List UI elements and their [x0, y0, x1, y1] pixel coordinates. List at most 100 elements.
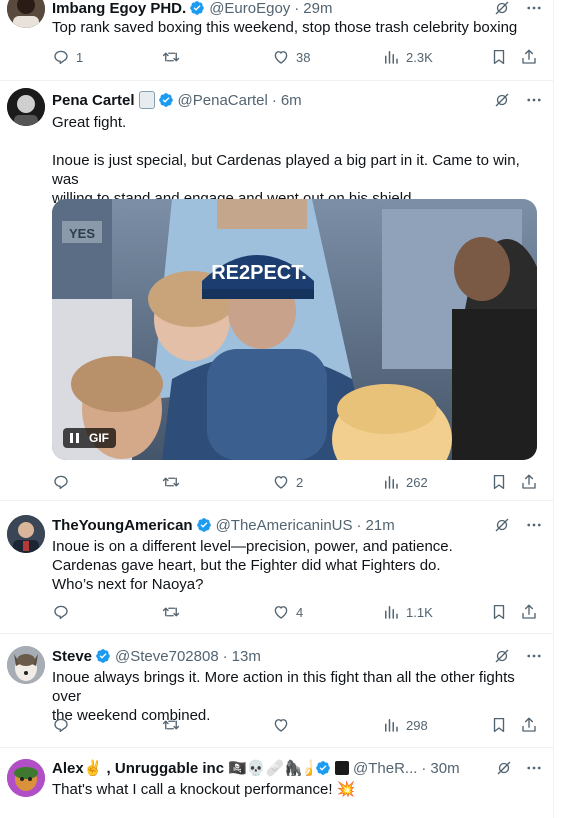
tweet-actions: 4 1.1K: [52, 603, 537, 623]
more-icon[interactable]: [525, 0, 543, 17]
more-icon[interactable]: [525, 759, 543, 777]
text-line: Cardenas gave heart, but the Fighter did…: [52, 557, 441, 574]
views-button[interactable]: 298: [382, 716, 428, 734]
views-icon: [382, 716, 400, 734]
pause-icon[interactable]: [70, 433, 79, 443]
views-count: 298: [406, 717, 428, 733]
bookmark-button[interactable]: [490, 716, 508, 734]
reply-button[interactable]: [52, 473, 76, 491]
affiliate-badge-icon: [335, 761, 349, 775]
more-icon[interactable]: [525, 91, 543, 109]
views-count: 262: [406, 474, 428, 490]
reply-button[interactable]: [52, 603, 76, 621]
author-name[interactable]: Steve: [52, 648, 92, 665]
reply-icon: [52, 716, 70, 734]
tweet[interactable]: TheYoungAmerican @TheAmericaninUS · 21m …: [0, 500, 553, 634]
verified-badge-icon: [315, 760, 331, 776]
avatar[interactable]: [7, 0, 45, 28]
gif-media[interactable]: YES RE2PECT. GIF: [52, 199, 537, 460]
like-count: 2: [296, 474, 304, 490]
timestamp[interactable]: 6m: [281, 92, 302, 109]
tweet[interactable]: Pena Cartel @PenaCartel · 6m Great fight…: [0, 80, 553, 501]
separator-dot: ·: [294, 0, 300, 17]
bookmark-button[interactable]: [490, 473, 508, 491]
gif-badge[interactable]: GIF: [63, 428, 116, 448]
timestamp[interactable]: 21m: [366, 517, 395, 534]
author-handle[interactable]: @Steve702808: [115, 648, 219, 665]
share-icon: [520, 48, 538, 66]
avatar[interactable]: [7, 88, 45, 126]
reply-count: 1: [76, 49, 84, 65]
tweet-header: Steve @Steve702808 · 13m: [52, 645, 543, 667]
retweet-button[interactable]: [162, 716, 186, 734]
views-button[interactable]: 1.1K: [382, 603, 433, 621]
tweet-actions: 1 38 2.3K: [52, 48, 537, 68]
timestamp[interactable]: 30m: [430, 760, 459, 777]
like-count: 4: [296, 604, 304, 620]
retweet-button[interactable]: [162, 48, 186, 66]
like-icon: [272, 48, 290, 66]
share-button[interactable]: [520, 603, 538, 621]
sign-text: YES: [69, 226, 95, 241]
author-name[interactable]: Alex✌️ , Unruggable inc 🏴‍☠️💀🩹🦍🍌🦣...: [52, 759, 312, 777]
share-button[interactable]: [520, 716, 538, 734]
verified-badge-icon: [158, 92, 174, 108]
like-icon: [272, 473, 290, 491]
avatar[interactable]: [7, 646, 45, 684]
retweet-button[interactable]: [162, 473, 186, 491]
author-handle[interactable]: @TheAmericaninUS: [216, 517, 353, 534]
tweet[interactable]: Alex✌️ , Unruggable inc 🏴‍☠️💀🩹🦍🍌🦣... @Th…: [0, 747, 553, 818]
timestamp[interactable]: 13m: [232, 648, 261, 665]
author-handle[interactable]: @PenaCartel: [178, 92, 268, 109]
bookmark-button[interactable]: [490, 48, 508, 66]
affiliate-badge-icon: [138, 91, 155, 109]
tweet-header: Pena Cartel @PenaCartel · 6m: [52, 89, 543, 111]
retweet-icon: [162, 603, 180, 621]
share-icon: [520, 473, 538, 491]
author-name[interactable]: Pena Cartel: [52, 92, 135, 109]
more-icon[interactable]: [525, 516, 543, 534]
like-icon: [272, 603, 290, 621]
separator-dot: ·: [222, 647, 228, 665]
separator-dot: ·: [271, 91, 277, 109]
text-line: Great fight.: [52, 114, 127, 131]
timestamp[interactable]: 29m: [303, 0, 332, 17]
tweet-actions: 2 262: [52, 473, 537, 493]
like-button[interactable]: 38: [272, 48, 310, 66]
grok-icon[interactable]: [495, 759, 513, 777]
author-name[interactable]: Imbang Egoy PHD.: [52, 0, 186, 17]
like-count: 38: [296, 49, 311, 65]
share-button[interactable]: [520, 473, 538, 491]
retweet-button[interactable]: [162, 603, 186, 621]
reply-button[interactable]: [52, 716, 76, 734]
tweet-actions: 298: [52, 716, 537, 736]
tweet[interactable]: Imbang Egoy PHD. @EuroEgoy · 29m Top ran…: [0, 0, 553, 81]
grok-icon[interactable]: [493, 647, 511, 665]
grok-icon[interactable]: [493, 91, 511, 109]
like-button[interactable]: 4: [272, 603, 303, 621]
grok-icon[interactable]: [493, 0, 511, 17]
like-button[interactable]: [272, 716, 296, 734]
tweet-header: Imbang Egoy PHD. @EuroEgoy · 29m: [52, 0, 543, 19]
author-handle[interactable]: @EuroEgoy: [209, 0, 290, 17]
author-name[interactable]: TheYoungAmerican: [52, 517, 193, 534]
reply-button[interactable]: 1: [52, 48, 83, 66]
author-handle[interactable]: @TheR...: [353, 760, 417, 777]
avatar[interactable]: [7, 759, 45, 797]
tweet-text: That's what I call a knockout performanc…: [52, 781, 356, 798]
separator-dot: ·: [421, 759, 427, 777]
views-count: 1.1K: [406, 604, 433, 620]
grok-icon[interactable]: [493, 516, 511, 534]
views-button[interactable]: 2.3K: [382, 48, 433, 66]
avatar[interactable]: [7, 515, 45, 553]
like-button[interactable]: 2: [272, 473, 303, 491]
gif-label: GIF: [89, 431, 109, 445]
verified-badge-icon: [189, 0, 205, 16]
views-button[interactable]: 262: [382, 473, 428, 491]
tweet[interactable]: Steve @Steve702808 · 13m Inoue always br…: [0, 633, 553, 748]
share-button[interactable]: [520, 48, 538, 66]
timeline-feed: Imbang Egoy PHD. @EuroEgoy · 29m Top ran…: [0, 0, 554, 818]
bookmark-button[interactable]: [490, 603, 508, 621]
more-icon[interactable]: [525, 647, 543, 665]
gif-image: YES RE2PECT.: [52, 199, 537, 460]
